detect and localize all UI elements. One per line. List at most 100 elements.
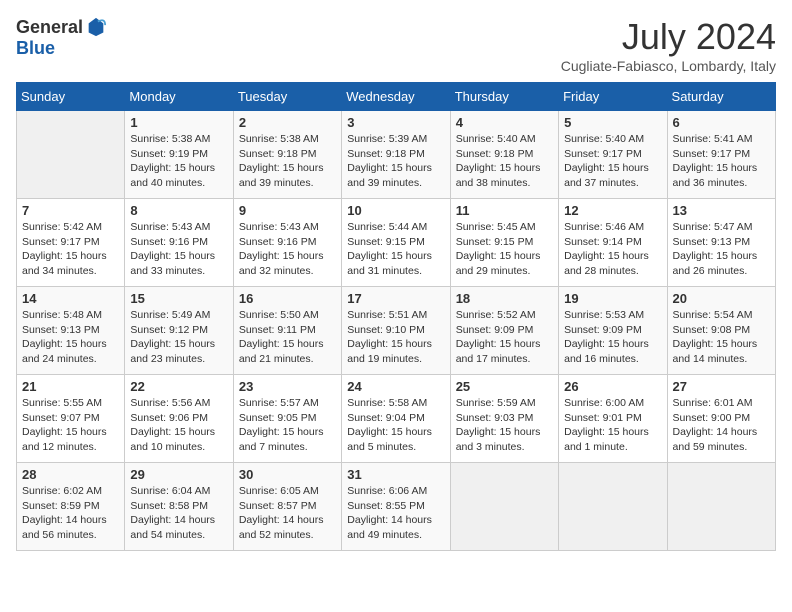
- day-info: Sunrise: 5:48 AMSunset: 9:13 PMDaylight:…: [22, 308, 119, 367]
- day-number: 8: [130, 203, 227, 218]
- page-header: General Blue July 2024 Cugliate-Fabiasco…: [16, 16, 776, 74]
- day-number: 31: [347, 467, 444, 482]
- day-number: 11: [456, 203, 553, 218]
- calendar-cell: 20 Sunrise: 5:54 AMSunset: 9:08 PMDayligh…: [667, 287, 775, 375]
- day-info: Sunrise: 5:51 AMSunset: 9:10 PMDaylight:…: [347, 308, 444, 367]
- calendar-cell: 30 Sunrise: 6:05 AMSunset: 8:57 PMDayligh…: [233, 463, 341, 551]
- calendar-cell: 4 Sunrise: 5:40 AMSunset: 9:18 PMDaylight…: [450, 111, 558, 199]
- day-info: Sunrise: 5:59 AMSunset: 9:03 PMDaylight:…: [456, 396, 553, 455]
- day-number: 18: [456, 291, 553, 306]
- day-number: 5: [564, 115, 661, 130]
- day-info: Sunrise: 5:56 AMSunset: 9:06 PMDaylight:…: [130, 396, 227, 455]
- calendar-cell: 18 Sunrise: 5:52 AMSunset: 9:09 PMDayligh…: [450, 287, 558, 375]
- day-info: Sunrise: 5:38 AMSunset: 9:18 PMDaylight:…: [239, 132, 336, 191]
- day-info: Sunrise: 5:58 AMSunset: 9:04 PMDaylight:…: [347, 396, 444, 455]
- day-info: Sunrise: 6:00 AMSunset: 9:01 PMDaylight:…: [564, 396, 661, 455]
- calendar-cell: 17 Sunrise: 5:51 AMSunset: 9:10 PMDayligh…: [342, 287, 450, 375]
- day-number: 2: [239, 115, 336, 130]
- day-info: Sunrise: 5:53 AMSunset: 9:09 PMDaylight:…: [564, 308, 661, 367]
- calendar-week-row: 7Sunrise: 5:42 AMSunset: 9:17 PMDaylight…: [17, 199, 776, 287]
- calendar-header-thursday: Thursday: [450, 83, 558, 111]
- calendar-cell: 16Sunrise: 5:50 AMSunset: 9:11 PMDayligh…: [233, 287, 341, 375]
- day-info: Sunrise: 5:46 AMSunset: 9:14 PMDaylight:…: [564, 220, 661, 279]
- day-number: 17: [347, 291, 444, 306]
- day-info: Sunrise: 6:05 AMSunset: 8:57 PMDaylight:…: [239, 484, 336, 543]
- day-info: Sunrise: 6:01 AMSunset: 9:00 PMDaylight:…: [673, 396, 770, 455]
- calendar-cell: 27Sunrise: 6:01 AMSunset: 9:00 PMDayligh…: [667, 375, 775, 463]
- day-number: 13: [673, 203, 770, 218]
- day-info: Sunrise: 5:44 AMSunset: 9:15 PMDaylight:…: [347, 220, 444, 279]
- logo-blue: Blue: [16, 38, 55, 59]
- title-area: July 2024 Cugliate-Fabiasco, Lombardy, I…: [561, 16, 776, 74]
- calendar-cell: 7Sunrise: 5:42 AMSunset: 9:17 PMDaylight…: [17, 199, 125, 287]
- calendar-cell: 29 Sunrise: 6:04 AMSunset: 8:58 PMDayligh…: [125, 463, 233, 551]
- calendar-cell: 8Sunrise: 5:43 AMSunset: 9:16 PMDaylight…: [125, 199, 233, 287]
- day-info: Sunrise: 5:54 AMSunset: 9:08 PMDaylight:…: [673, 308, 770, 367]
- day-number: 30: [239, 467, 336, 482]
- calendar-cell: 23Sunrise: 5:57 AMSunset: 9:05 PMDayligh…: [233, 375, 341, 463]
- day-number: 10: [347, 203, 444, 218]
- calendar-header-wednesday: Wednesday: [342, 83, 450, 111]
- day-number: 26: [564, 379, 661, 394]
- day-number: 25: [456, 379, 553, 394]
- day-number: 14: [22, 291, 119, 306]
- calendar-week-row: 21Sunrise: 5:55 AMSunset: 9:07 PMDayligh…: [17, 375, 776, 463]
- logo-general: General: [16, 17, 83, 38]
- calendar-header-saturday: Saturday: [667, 83, 775, 111]
- calendar-cell: 10 Sunrise: 5:44 AMSunset: 9:15 PMDayligh…: [342, 199, 450, 287]
- calendar-cell: 26 Sunrise: 6:00 AMSunset: 9:01 PMDayligh…: [559, 375, 667, 463]
- day-info: Sunrise: 5:40 AMSunset: 9:18 PMDaylight:…: [456, 132, 553, 191]
- day-number: 28: [22, 467, 119, 482]
- day-number: 22: [130, 379, 227, 394]
- day-number: 29: [130, 467, 227, 482]
- day-info: Sunrise: 5:45 AMSunset: 9:15 PMDaylight:…: [456, 220, 553, 279]
- day-info: Sunrise: 6:02 AMSunset: 8:59 PMDaylight:…: [22, 484, 119, 543]
- day-number: 20: [673, 291, 770, 306]
- day-info: Sunrise: 5:50 AMSunset: 9:11 PMDaylight:…: [239, 308, 336, 367]
- calendar-cell: 13Sunrise: 5:47 AMSunset: 9:13 PMDayligh…: [667, 199, 775, 287]
- calendar-cell: [559, 463, 667, 551]
- day-number: 7: [22, 203, 119, 218]
- day-info: Sunrise: 5:40 AMSunset: 9:17 PMDaylight:…: [564, 132, 661, 191]
- day-info: Sunrise: 5:41 AMSunset: 9:17 PMDaylight:…: [673, 132, 770, 191]
- calendar-cell: 24 Sunrise: 5:58 AMSunset: 9:04 PMDayligh…: [342, 375, 450, 463]
- location: Cugliate-Fabiasco, Lombardy, Italy: [561, 58, 776, 74]
- day-number: 9: [239, 203, 336, 218]
- day-number: 12: [564, 203, 661, 218]
- day-info: Sunrise: 5:52 AMSunset: 9:09 PMDaylight:…: [456, 308, 553, 367]
- calendar-cell: [450, 463, 558, 551]
- calendar-cell: 22 Sunrise: 5:56 AMSunset: 9:06 PMDayligh…: [125, 375, 233, 463]
- calendar-header-tuesday: Tuesday: [233, 83, 341, 111]
- logo-icon: [85, 16, 107, 38]
- calendar-cell: 15Sunrise: 5:49 AMSunset: 9:12 PMDayligh…: [125, 287, 233, 375]
- calendar-cell: 5 Sunrise: 5:40 AMSunset: 9:17 PMDaylight…: [559, 111, 667, 199]
- calendar-cell: 25 Sunrise: 5:59 AMSunset: 9:03 PMDayligh…: [450, 375, 558, 463]
- calendar-week-row: 28 Sunrise: 6:02 AMSunset: 8:59 PMDayligh…: [17, 463, 776, 551]
- calendar-header-row: SundayMondayTuesdayWednesdayThursdayFrid…: [17, 83, 776, 111]
- day-info: Sunrise: 6:04 AMSunset: 8:58 PMDaylight:…: [130, 484, 227, 543]
- day-info: Sunrise: 5:39 AMSunset: 9:18 PMDaylight:…: [347, 132, 444, 191]
- calendar-cell: [17, 111, 125, 199]
- day-number: 23: [239, 379, 336, 394]
- calendar-cell: 31 Sunrise: 6:06 AMSunset: 8:55 PMDayligh…: [342, 463, 450, 551]
- calendar-cell: 2 Sunrise: 5:38 AMSunset: 9:18 PMDaylight…: [233, 111, 341, 199]
- calendar-header-monday: Monday: [125, 83, 233, 111]
- calendar-cell: 6 Sunrise: 5:41 AMSunset: 9:17 PMDaylight…: [667, 111, 775, 199]
- day-info: Sunrise: 5:55 AMSunset: 9:07 PMDaylight:…: [22, 396, 119, 455]
- calendar-cell: 1Sunrise: 5:38 AMSunset: 9:19 PMDaylight…: [125, 111, 233, 199]
- calendar-week-row: 1Sunrise: 5:38 AMSunset: 9:19 PMDaylight…: [17, 111, 776, 199]
- calendar-week-row: 14 Sunrise: 5:48 AMSunset: 9:13 PMDayligh…: [17, 287, 776, 375]
- day-info: Sunrise: 5:49 AMSunset: 9:12 PMDaylight:…: [130, 308, 227, 367]
- day-number: 24: [347, 379, 444, 394]
- day-number: 4: [456, 115, 553, 130]
- day-number: 6: [673, 115, 770, 130]
- calendar-cell: 21Sunrise: 5:55 AMSunset: 9:07 PMDayligh…: [17, 375, 125, 463]
- calendar-cell: 14 Sunrise: 5:48 AMSunset: 9:13 PMDayligh…: [17, 287, 125, 375]
- calendar-cell: 12 Sunrise: 5:46 AMSunset: 9:14 PMDayligh…: [559, 199, 667, 287]
- day-info: Sunrise: 6:06 AMSunset: 8:55 PMDaylight:…: [347, 484, 444, 543]
- calendar-body: 1Sunrise: 5:38 AMSunset: 9:19 PMDaylight…: [17, 111, 776, 551]
- calendar-cell: 9Sunrise: 5:43 AMSunset: 9:16 PMDaylight…: [233, 199, 341, 287]
- day-number: 1: [130, 115, 227, 130]
- calendar-cell: 11 Sunrise: 5:45 AMSunset: 9:15 PMDayligh…: [450, 199, 558, 287]
- calendar-cell: 19Sunrise: 5:53 AMSunset: 9:09 PMDayligh…: [559, 287, 667, 375]
